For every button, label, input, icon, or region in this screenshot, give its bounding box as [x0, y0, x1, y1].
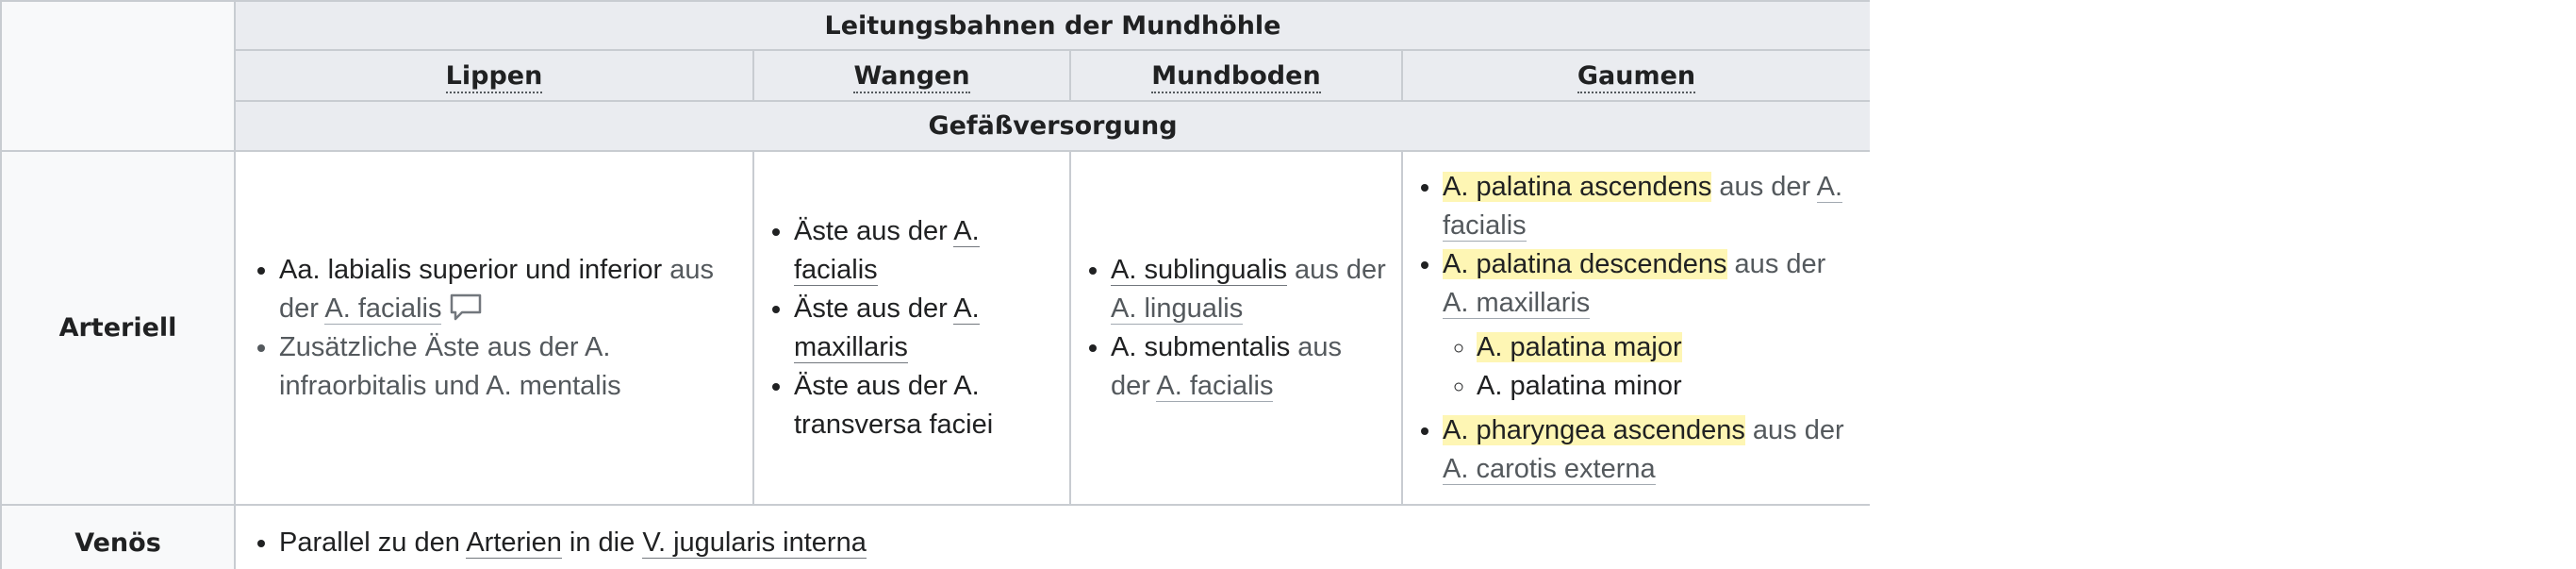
cell-gaumen-arteriell: A. palatina ascendens aus der A. faciali… — [1401, 150, 1870, 506]
column-header-label[interactable]: Gaumen — [1577, 60, 1696, 93]
link-a-sublingualis[interactable]: A. sublingualis — [1111, 254, 1287, 286]
item-text-muted: aus der — [1711, 171, 1817, 202]
row-header-venoes: Venös — [0, 504, 236, 569]
sub-list-item: A. palatina minor — [1477, 367, 1857, 406]
link-a-carotis-externa[interactable]: A. carotis externa — [1443, 453, 1656, 485]
sub-list-item: A. palatina major — [1477, 328, 1857, 367]
item-text-muted: aus der — [1287, 254, 1386, 285]
column-header-label[interactable]: Mundboden — [1151, 60, 1321, 93]
table-caption: Leitungsbahnen der Mundhöhle — [234, 0, 1870, 51]
link-a-facialis[interactable]: A. facialis — [324, 293, 442, 325]
list-item: Äste aus der A. facialis — [794, 212, 1056, 290]
column-header-gaumen[interactable]: Gaumen — [1401, 49, 1870, 102]
list-item: A. palatina ascendens aus der A. faciali… — [1443, 168, 1857, 245]
column-header-mundboden[interactable]: Mundboden — [1069, 49, 1403, 102]
link-a-lingualis[interactable]: A. lingualis — [1111, 293, 1244, 325]
link-a-maxillaris[interactable]: A. maxillaris — [1443, 287, 1591, 319]
item-text: in die — [561, 527, 643, 558]
link-a-facialis[interactable]: A. facialis — [1156, 370, 1274, 402]
item-text: Äste aus der — [794, 293, 954, 324]
cell-wangen-arteriell: Äste aus der A. facialis Äste aus der A.… — [752, 150, 1071, 506]
row-header-arteriell: Arteriell — [0, 150, 236, 506]
column-header-label[interactable]: Wangen — [853, 60, 970, 93]
list: A. sublingualis aus der A. lingualis A. … — [1084, 251, 1388, 406]
list-item: Aa. labialis superior und inferior aus d… — [279, 251, 739, 328]
item-text: Parallel zu den — [279, 527, 467, 558]
item-text-muted: aus der — [1726, 248, 1826, 279]
cell-venoes: Parallel zu den Arterien in die V. jugul… — [234, 504, 1870, 569]
link-arterien[interactable]: Arterien — [466, 527, 562, 559]
list-item: Äste aus der A. maxillaris — [794, 290, 1056, 367]
list: Aa. labialis superior und inferior aus d… — [253, 251, 739, 406]
list: A. palatina ascendens aus der A. faciali… — [1416, 168, 1857, 489]
corner-cell — [0, 0, 236, 152]
list-item: Zusätzliche Äste aus der A. infraorbital… — [279, 328, 739, 406]
link-v-jugularis-interna[interactable]: V. jugularis interna — [642, 527, 867, 559]
column-header-label[interactable]: Lippen — [445, 60, 543, 93]
item-text: A. submentalis — [1111, 331, 1291, 362]
speech-bubble-icon[interactable] — [449, 293, 483, 323]
list-item: A. pharyngea ascendens aus der A. caroti… — [1443, 411, 1857, 489]
sub-list: A. palatina major A. palatina minor — [1443, 328, 1857, 406]
section-header: Gefäßversorgung — [234, 100, 1870, 152]
list-item: A. palatina descendens aus der A. maxill… — [1443, 245, 1857, 406]
column-header-lippen[interactable]: Lippen — [234, 49, 754, 102]
list: Äste aus der A. facialis Äste aus der A.… — [768, 212, 1056, 444]
cell-lippen-arteriell: Aa. labialis superior und inferior aus d… — [234, 150, 754, 506]
highlighted-text: A. pharyngea ascendens — [1443, 414, 1745, 445]
blank-right-panel — [1870, 0, 2576, 569]
column-header-wangen[interactable]: Wangen — [752, 49, 1071, 102]
item-text: Äste aus der — [794, 215, 954, 246]
list-item: Äste aus der A. transversa faciei — [794, 367, 1056, 444]
leitungsbahnen-table: Leitungsbahnen der Mundhöhle Lippen Wang… — [0, 0, 1870, 569]
highlighted-text: A. palatina descendens — [1443, 248, 1727, 279]
highlighted-text: A. palatina major — [1477, 331, 1682, 362]
list-item: A. submentalis aus der A. facialis — [1111, 328, 1388, 406]
list-item: A. sublingualis aus der A. lingualis — [1111, 251, 1388, 328]
list: Parallel zu den Arterien in die V. jugul… — [253, 524, 1857, 562]
table-wrapper: Leitungsbahnen der Mundhöhle Lippen Wang… — [0, 0, 1870, 569]
highlighted-text: A. palatina ascendens — [1443, 171, 1712, 202]
list-item: Parallel zu den Arterien in die V. jugul… — [279, 524, 1857, 562]
item-text: Aa. labialis superior und inferior — [279, 254, 663, 285]
item-text-muted: aus der — [1744, 414, 1844, 445]
cell-mundboden-arteriell: A. sublingualis aus der A. lingualis A. … — [1069, 150, 1403, 506]
